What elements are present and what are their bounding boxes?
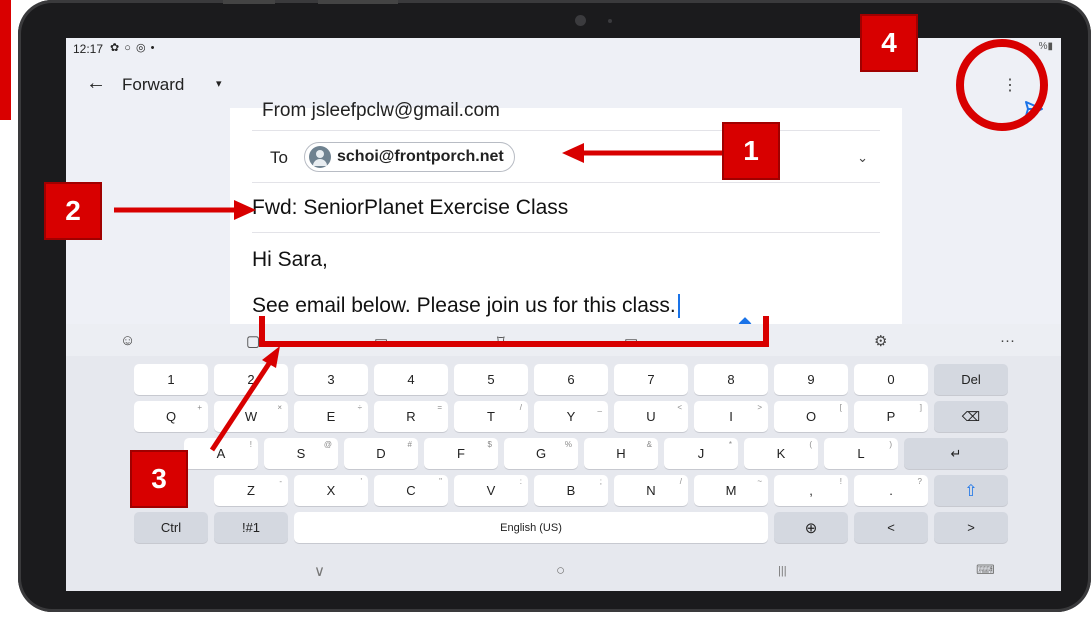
body-greeting[interactable]: Hi Sara, xyxy=(252,248,328,272)
key-r[interactable]: R = xyxy=(374,401,448,432)
to-field[interactable]: To schoi@frontporch.net ⌄ xyxy=(252,138,880,183)
key-i[interactable]: I > xyxy=(694,401,768,432)
from-field: From jsleefpclw@gmail.com xyxy=(252,100,880,131)
status-time: 12:17 xyxy=(73,42,104,56)
expand-chevron-icon[interactable]: ⌄ xyxy=(857,150,868,166)
volume-button xyxy=(223,0,275,4)
more-icon[interactable]: ··· xyxy=(1000,332,1015,349)
subject-field[interactable]: Fwd: SeniorPlanet Exercise Class xyxy=(252,188,880,233)
key-q[interactable]: Q + xyxy=(134,401,208,432)
battery-icon: %▮ xyxy=(1038,41,1053,52)
key-a[interactable]: A! xyxy=(184,438,258,469)
key-period[interactable]: .? xyxy=(854,475,928,506)
key-p[interactable]: P] xyxy=(854,401,928,432)
tablet-screen: 12:17 ✿ ○ ◎ • %▮ ← Forward ▾ ⋮ From jsle… xyxy=(66,38,1061,591)
key-g[interactable]: G% xyxy=(504,438,578,469)
key-u[interactable]: U < xyxy=(614,401,688,432)
to-label: To xyxy=(270,148,288,167)
globe-icon[interactable]: ⊕ xyxy=(774,512,848,543)
sensor-dot xyxy=(608,19,612,23)
key-7[interactable]: 7 xyxy=(614,364,688,395)
key-v[interactable]: V: xyxy=(454,475,528,506)
recipient-chip[interactable]: schoi@frontporch.net xyxy=(304,142,515,172)
key-c[interactable]: C " xyxy=(374,475,448,506)
shift-key[interactable]: ⇧ xyxy=(934,475,1008,506)
symbols-key[interactable]: !#1 xyxy=(214,512,288,543)
backspace-key[interactable]: ⌫ xyxy=(934,401,1008,432)
from-address: From jsleefpclw@gmail.com xyxy=(262,100,500,121)
callout-2: 2 xyxy=(44,182,102,240)
key-2[interactable]: 2 xyxy=(214,364,288,395)
callout-4: 4 xyxy=(860,14,918,72)
key-d[interactable]: D # xyxy=(344,438,418,469)
on-screen-keyboard: ☺ ▢ ▭ ⌑ ▭ ⚙ ··· 1 2 3 4 5 6 7 8 9 0 Del … xyxy=(66,324,1061,591)
body-text: See email below. Please join us for this… xyxy=(252,294,676,317)
chevron-down-icon[interactable]: ▾ xyxy=(216,77,222,90)
key-t[interactable]: T / xyxy=(454,401,528,432)
keyboard-switch-icon[interactable]: ⌨ xyxy=(976,562,995,578)
nav-back-icon[interactable]: ∨ xyxy=(314,562,325,580)
space-key[interactable]: English (US) xyxy=(294,512,768,543)
emoji-icon[interactable]: ☺ xyxy=(120,332,135,349)
delete-key[interactable]: Del xyxy=(934,364,1008,395)
key-e[interactable]: E ÷ xyxy=(294,401,368,432)
key-w[interactable]: W × xyxy=(214,401,288,432)
recipient-email: schoi@frontporch.net xyxy=(337,148,504,165)
key-6[interactable]: 6 xyxy=(534,364,608,395)
gif-icon[interactable]: ▭ xyxy=(374,332,388,350)
key-comma[interactable]: ,! xyxy=(774,475,848,506)
keyboard-toolbar: ☺ ▢ ▭ ⌑ ▭ ⚙ ··· xyxy=(66,324,1061,356)
subject-text: Fwd: SeniorPlanet Exercise Class xyxy=(252,196,569,219)
key-x[interactable]: X ' xyxy=(294,475,368,506)
key-j[interactable]: J * xyxy=(664,438,738,469)
attach-icon[interactable]: ⋮ xyxy=(1002,75,1018,95)
body-text-line[interactable]: See email below. Please join us for this… xyxy=(252,294,680,319)
key-h[interactable]: H & xyxy=(584,438,658,469)
key-9[interactable]: 9 xyxy=(774,364,848,395)
key-o[interactable]: O[ xyxy=(774,401,848,432)
key-0[interactable]: 0 xyxy=(854,364,928,395)
enter-key[interactable]: ↵ xyxy=(904,438,1008,469)
voice-input-icon[interactable]: ⌑ xyxy=(497,332,505,350)
clipboard-icon[interactable]: ▭ xyxy=(624,332,638,350)
nav-home-icon[interactable]: ○ xyxy=(556,562,565,579)
red-edge-marker xyxy=(0,0,11,120)
power-button xyxy=(318,0,398,4)
front-camera xyxy=(575,15,586,26)
app-bar: ← Forward ▾ ⋮ xyxy=(66,66,1061,117)
key-3[interactable]: 3 xyxy=(294,364,368,395)
key-z[interactable]: Z- xyxy=(214,475,288,506)
navigation-bar: ∨ ○ ||| ⌨ xyxy=(66,554,1061,591)
text-cursor xyxy=(677,294,680,319)
key-b[interactable]: B; xyxy=(534,475,608,506)
key-n[interactable]: N / xyxy=(614,475,688,506)
key-1[interactable]: 1 xyxy=(134,364,208,395)
ctrl-key[interactable]: Ctrl xyxy=(134,512,208,543)
key-l[interactable]: L) xyxy=(824,438,898,469)
callout-1: 1 xyxy=(722,122,780,180)
key-8[interactable]: 8 xyxy=(694,364,768,395)
key-f[interactable]: F $ xyxy=(424,438,498,469)
key-s[interactable]: S @ xyxy=(264,438,338,469)
back-arrow-icon[interactable]: ← xyxy=(86,72,106,95)
cursor-right-key[interactable]: > xyxy=(934,512,1008,543)
key-4[interactable]: 4 xyxy=(374,364,448,395)
app-bar-title: Forward xyxy=(122,75,185,94)
key-k[interactable]: K( xyxy=(744,438,818,469)
key-5[interactable]: 5 xyxy=(454,364,528,395)
send-icon[interactable] xyxy=(1024,100,1044,118)
avatar-icon xyxy=(309,146,331,168)
sticker-icon[interactable]: ▢ xyxy=(246,332,260,350)
cursor-left-key[interactable]: < xyxy=(854,512,928,543)
key-m[interactable]: M ~ xyxy=(694,475,768,506)
compose-form: From jsleefpclw@gmail.com To schoi@front… xyxy=(230,100,902,324)
status-notification-icons: ✿ ○ ◎ • xyxy=(110,42,156,54)
gear-icon[interactable]: ⚙ xyxy=(874,332,887,350)
nav-recents-icon[interactable]: ||| xyxy=(778,565,787,577)
key-y[interactable]: Y _ xyxy=(534,401,608,432)
callout-3: 3 xyxy=(130,450,188,508)
